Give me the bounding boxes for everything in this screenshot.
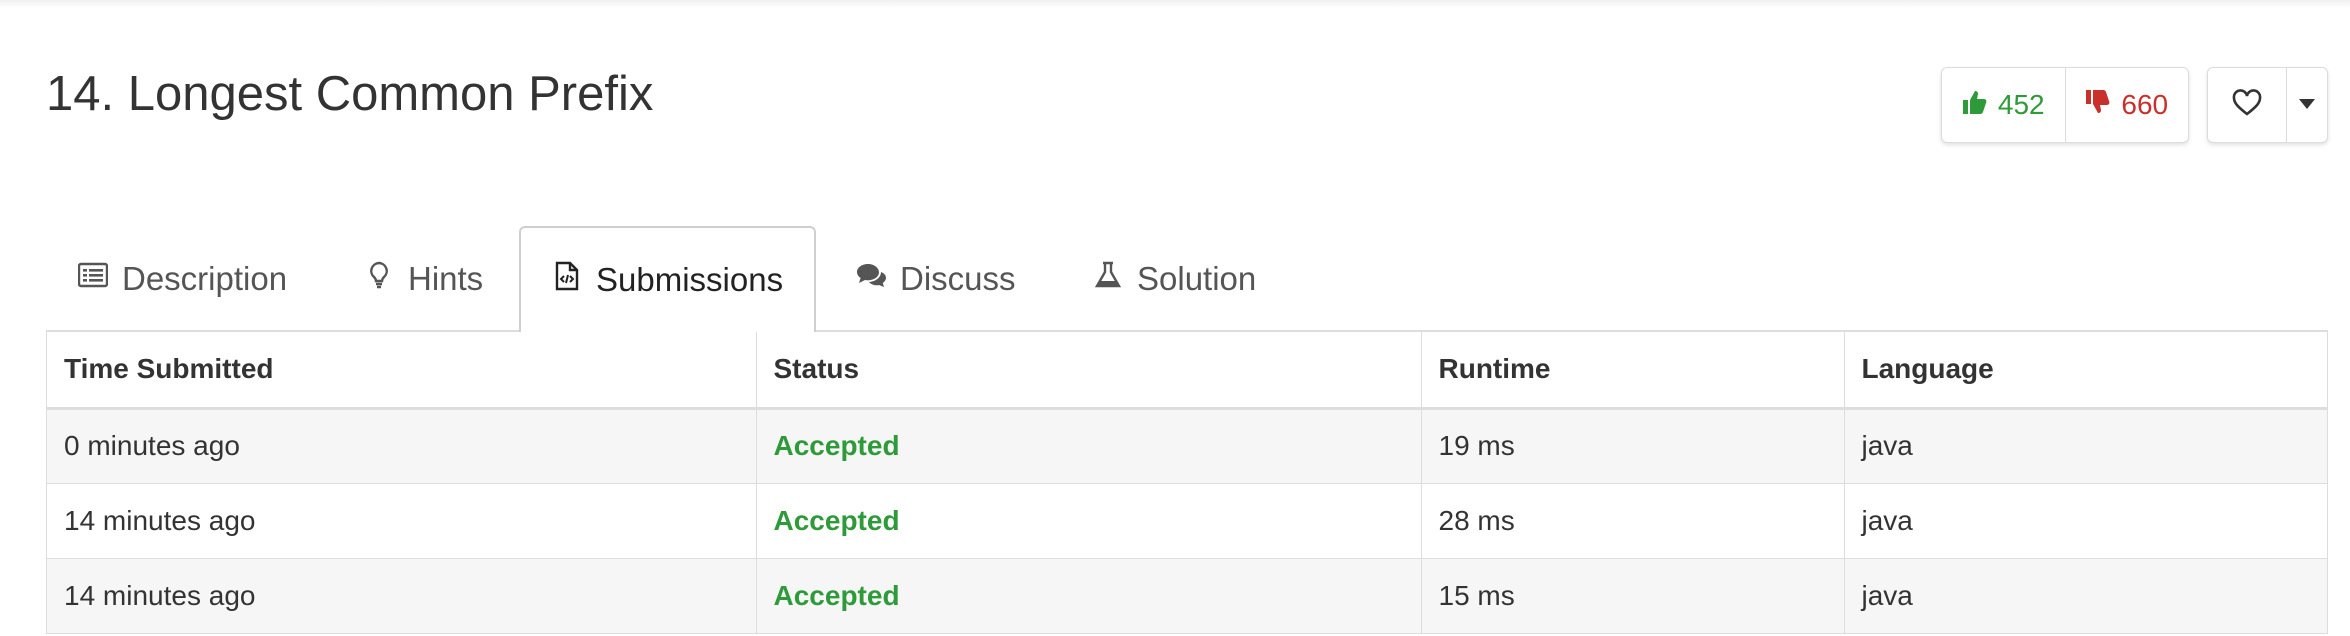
page-title: 14. Longest Common Prefix [46, 67, 654, 121]
table-row: 14 minutes ago Accepted 28 ms java [47, 483, 2327, 559]
cell-status: Accepted [756, 408, 1422, 484]
cell-language: java [1844, 408, 2327, 484]
dislike-count: 660 [2121, 89, 2169, 120]
column-header-runtime[interactable]: Runtime [1421, 332, 1845, 410]
dislike-button[interactable]: 660 [2066, 68, 2189, 142]
table-row: 0 minutes ago Accepted 19 ms java [47, 408, 2327, 484]
lightbulb-icon [364, 260, 394, 298]
column-header-status[interactable]: Status [756, 332, 1422, 410]
tab-discuss-label: Discuss [900, 260, 1016, 297]
top-shadow [0, 0, 2350, 8]
tab-description[interactable]: Description [77, 226, 288, 332]
flask-icon [1093, 260, 1123, 298]
column-header-time[interactable]: Time Submitted [47, 332, 757, 410]
cell-runtime: 28 ms [1421, 483, 1845, 559]
tab-hints[interactable]: Hints [364, 226, 483, 332]
cell-time: 0 minutes ago [47, 408, 757, 484]
cell-time: 14 minutes ago [47, 558, 757, 634]
list-icon [77, 260, 109, 298]
status-link[interactable]: Accepted [774, 505, 900, 536]
code-file-icon [552, 261, 582, 299]
caret-down-icon [2299, 96, 2315, 114]
tab-description-label: Description [122, 260, 288, 297]
cell-language: java [1844, 483, 2327, 559]
cell-status: Accepted [756, 483, 1422, 559]
comments-icon [856, 260, 886, 298]
more-options-dropdown[interactable] [2287, 68, 2327, 142]
favorite-group [2207, 67, 2328, 143]
table-row: 14 minutes ago Accepted 15 ms java [47, 558, 2327, 634]
status-link[interactable]: Accepted [774, 580, 900, 611]
tab-submissions-label: Submissions [596, 261, 784, 298]
heart-icon [2232, 88, 2262, 122]
tab-solution[interactable]: Solution [1093, 226, 1256, 332]
cell-runtime: 15 ms [1421, 558, 1845, 634]
cell-time: 14 minutes ago [47, 483, 757, 559]
tab-solution-label: Solution [1137, 260, 1257, 297]
tab-submissions[interactable]: Submissions [519, 226, 817, 334]
thumbs-up-icon [1962, 89, 1988, 122]
like-count: 452 [1997, 89, 2045, 120]
status-link[interactable]: Accepted [774, 430, 900, 461]
tab-hints-label: Hints [408, 260, 484, 297]
cell-status: Accepted [756, 558, 1422, 634]
like-button[interactable]: 452 [1942, 68, 2066, 142]
cell-language: java [1844, 558, 2327, 634]
submissions-table: Time Submitted Status Runtime Language 0… [46, 332, 2328, 634]
vote-group: 452 660 [1941, 67, 2189, 143]
table-header-row: Time Submitted Status Runtime Language [47, 332, 2327, 410]
tab-bar: Description Hints Submissions Discuss So… [46, 226, 2328, 334]
cell-runtime: 19 ms [1421, 408, 1845, 484]
tab-discuss[interactable]: Discuss [856, 226, 1016, 332]
thumbs-down-icon [2085, 89, 2111, 122]
column-header-language[interactable]: Language [1844, 332, 2327, 410]
favorite-button[interactable] [2208, 68, 2287, 142]
